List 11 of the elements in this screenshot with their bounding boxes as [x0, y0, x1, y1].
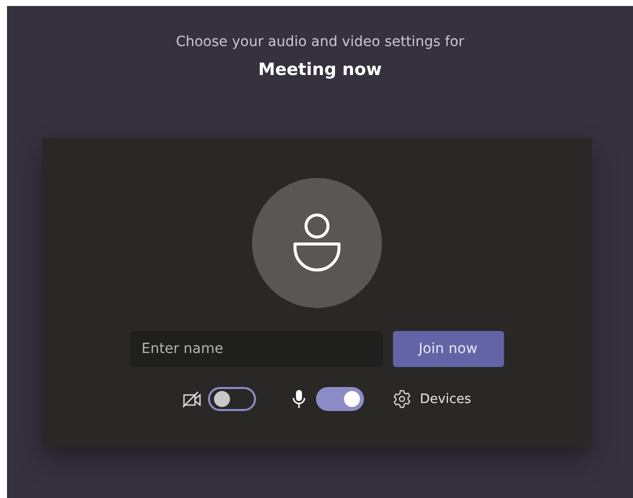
settings-prompt: Choose your audio and video settings for [176, 34, 464, 50]
microphone-icon [292, 389, 306, 409]
settings-icon [392, 389, 412, 409]
join-button[interactable]: Join now [392, 331, 504, 367]
camera-off-icon [182, 390, 202, 408]
name-field[interactable]: Enter name [130, 331, 382, 367]
devices-button[interactable]: Devices [392, 389, 472, 409]
camera-toggle[interactable] [208, 387, 256, 411]
meeting-title: Meeting now [258, 60, 382, 80]
microphone-toggle[interactable] [316, 387, 364, 411]
avatar-icon [252, 178, 382, 308]
